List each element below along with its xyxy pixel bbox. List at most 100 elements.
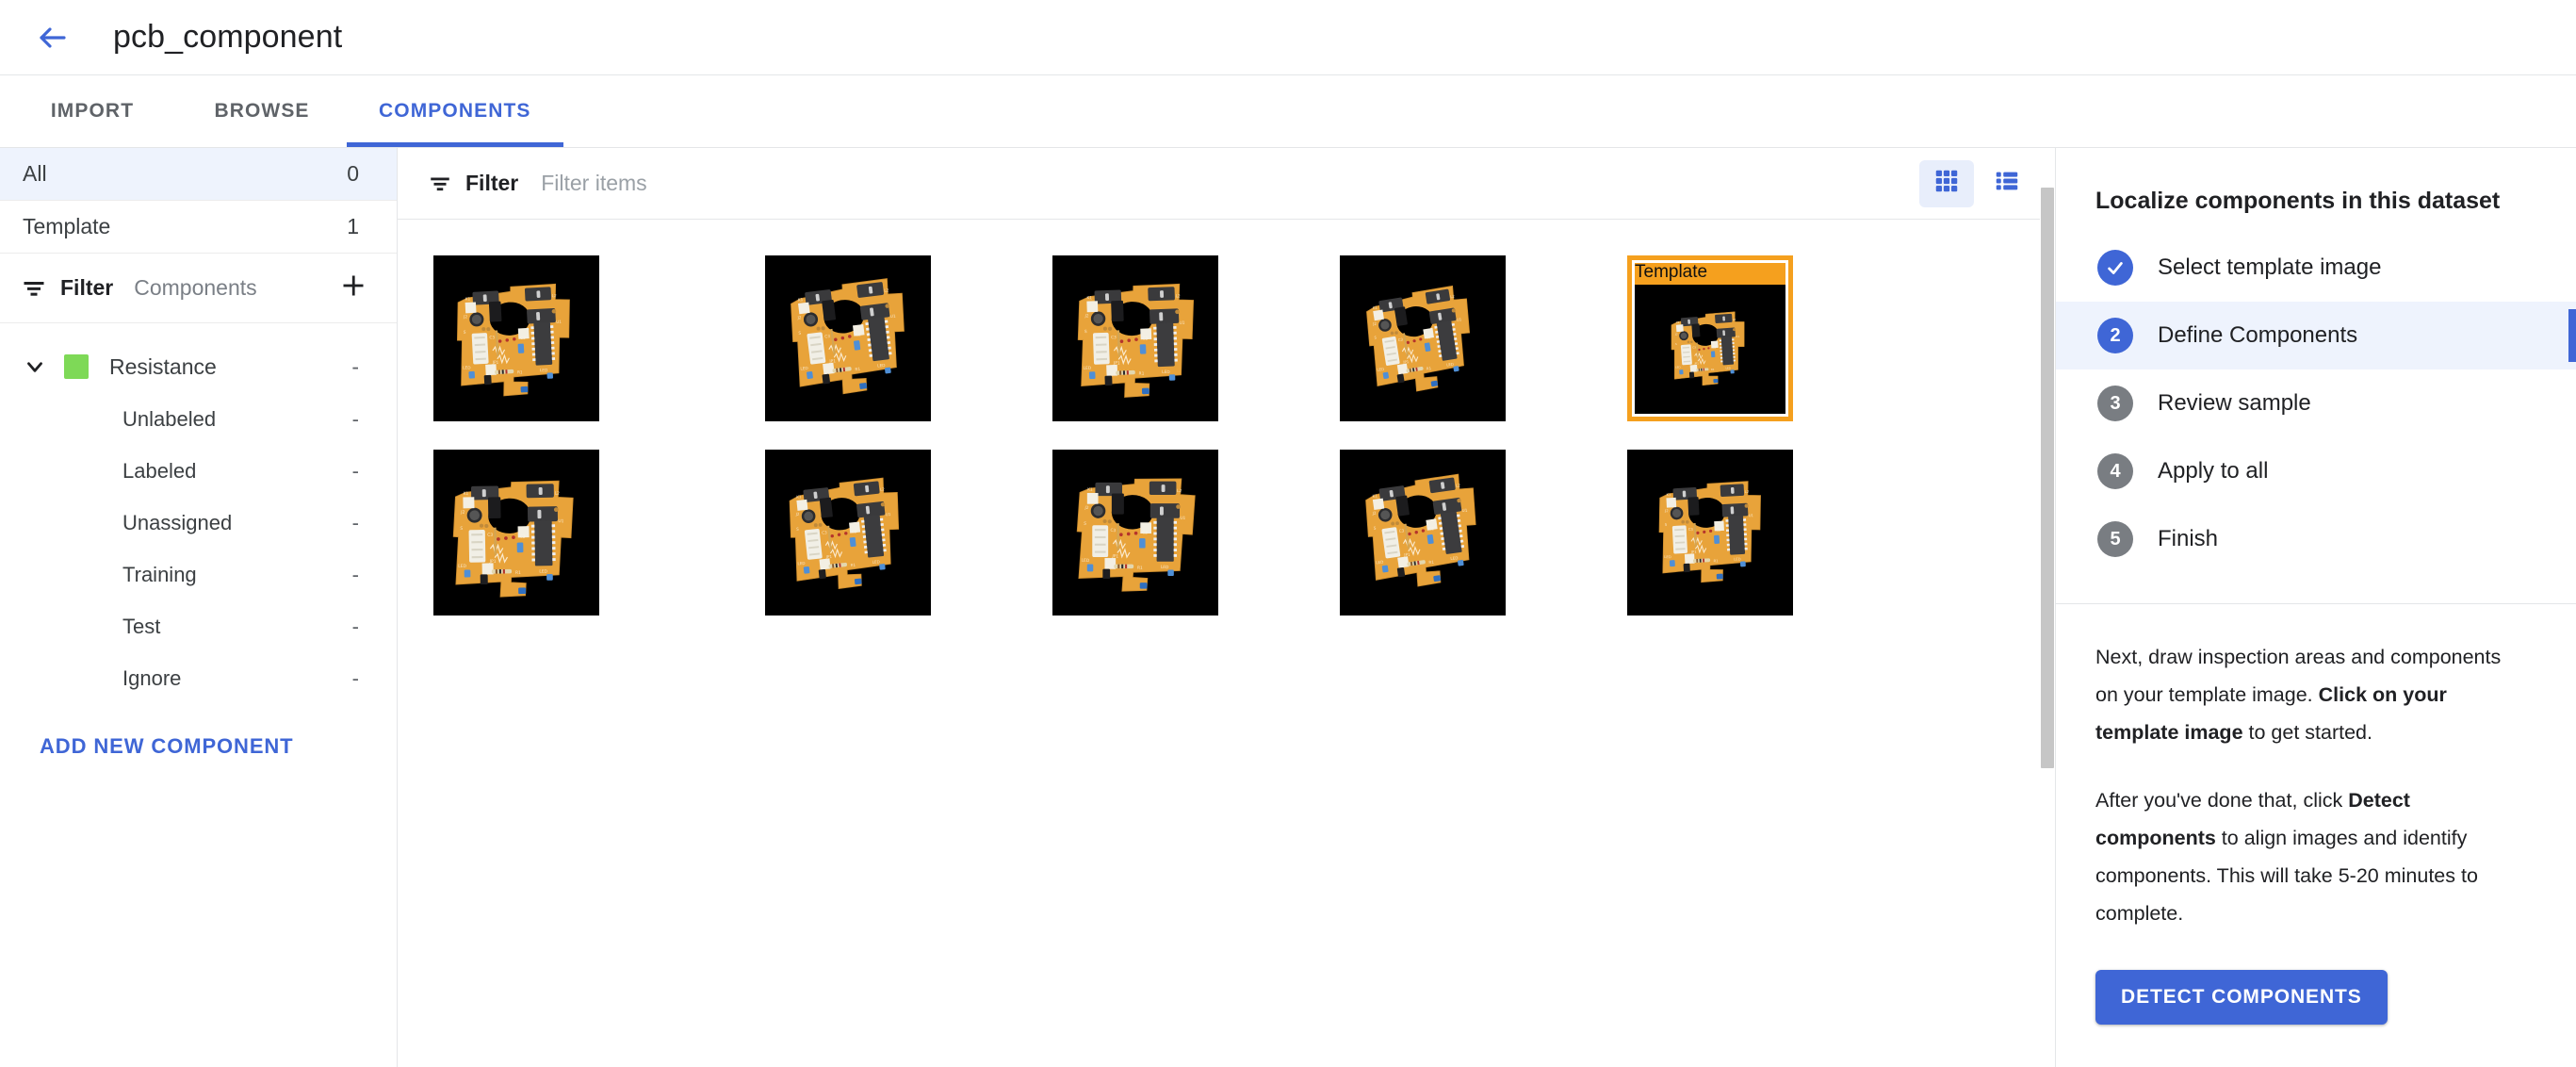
sidebar-subitem-test[interactable]: Test -: [0, 600, 397, 652]
component-resistance-header[interactable]: Resistance -: [0, 340, 397, 393]
thumbnail-image-4[interactable]: [1340, 255, 1506, 421]
thumbnail-image-template[interactable]: Template: [1627, 255, 1793, 421]
pcb-photo: [1340, 450, 1506, 616]
left-sidebar: All 0 Template 1 Filter Components Resis…: [0, 148, 398, 1067]
step-label: Apply to all: [2158, 458, 2269, 484]
list-view-button[interactable]: [1980, 160, 2034, 207]
right-panel-title: Localize components in this dataset: [2095, 188, 2501, 214]
thumbnail-cell: Template: [1627, 255, 1915, 421]
sidebar-subitem-unlabeled-count: -: [351, 406, 359, 431]
tab-import[interactable]: IMPORT: [8, 75, 177, 147]
thumbnail-cell: [1340, 450, 1627, 616]
sidebar-subitem-unassigned-count: -: [351, 510, 359, 534]
filter-items-input[interactable]: [541, 164, 1919, 203]
step-select-template-image[interactable]: Select template image: [2056, 234, 2576, 302]
page-title: pcb_component: [113, 19, 343, 55]
pcb-photo: [433, 255, 599, 421]
thumbnail-cell: [765, 255, 1052, 421]
filter-icon: [428, 172, 452, 196]
step-label: Finish: [2158, 526, 2219, 551]
sidebar-subitem-training-label: Training: [122, 562, 197, 586]
step-review-sample[interactable]: 3 Review sample: [2056, 369, 2576, 437]
pcb-photo: [1627, 450, 1793, 616]
main-toolbar: Filter: [398, 148, 2055, 220]
instruction-paragraph-2: After you've done that, click Detect com…: [2095, 781, 2525, 932]
sidebar-subitem-unlabeled-label: Unlabeled: [122, 406, 217, 431]
component-resistance-label: Resistance: [109, 353, 217, 379]
instruction-1-part-c: to get started.: [2242, 721, 2372, 744]
add-component-plus-button[interactable]: [334, 270, 372, 307]
pcb-photo: [765, 255, 931, 421]
detect-components-button[interactable]: DETECT COMPONENTS: [2095, 970, 2388, 1025]
pcb-artwork: [1635, 285, 1785, 414]
pcb-photo: [1635, 285, 1785, 414]
pcb-photo: [1052, 450, 1218, 616]
sidebar-subitem-labeled-label: Labeled: [122, 458, 197, 483]
thumbnail-cell: [1340, 255, 1627, 421]
main-scrollbar[interactable]: [2040, 148, 2055, 1067]
view-toggle-group: [1919, 159, 2034, 207]
scrollbar-thumb[interactable]: [2041, 188, 2054, 768]
template-badge-label: Template: [1635, 262, 1708, 282]
sidebar-subitem-training[interactable]: Training -: [0, 549, 397, 600]
step-list: Select template image 2 Define Component…: [2056, 221, 2576, 573]
step-apply-to-all[interactable]: 4 Apply to all: [2056, 437, 2576, 505]
plus-icon: [340, 272, 367, 304]
sidebar-subitem-ignore[interactable]: Ignore -: [0, 652, 397, 704]
sidebar-item-all[interactable]: All 0: [0, 148, 397, 201]
thumbnail-cell: [1627, 450, 1915, 616]
thumbnail-cell: [433, 255, 765, 421]
chevron-down-icon[interactable]: [23, 354, 47, 379]
thumbnail-image-3[interactable]: [1052, 255, 1218, 421]
tab-components[interactable]: COMPONENTS: [347, 75, 563, 147]
thumbnail-cell: [1052, 255, 1340, 421]
step-define-components[interactable]: 2 Define Components: [2056, 302, 2576, 369]
step-number-badge: 3: [2097, 386, 2133, 421]
toolbar-filter-label: Filter: [465, 171, 519, 195]
pcb-artwork: [1627, 450, 1793, 616]
grid-view-button[interactable]: [1919, 159, 1974, 207]
tab-browse[interactable]: BROWSE: [177, 75, 347, 147]
pcb-photo: [1340, 255, 1506, 421]
pcb-artwork: [765, 450, 931, 616]
thumbnail-image-2[interactable]: [765, 255, 931, 421]
pcb-artwork: [1052, 450, 1218, 616]
thumbnail-grid: K1 J2 S C3 C2 U1 L2 R1 LED LED JP1: [398, 220, 2055, 1067]
sidebar-item-template[interactable]: Template 1: [0, 201, 397, 254]
app-root: pcb_component IMPORT BROWSE COMPONENTS A…: [0, 0, 2576, 1067]
thumbnail-image-8[interactable]: [1052, 450, 1218, 616]
thumbnail-image-1[interactable]: [433, 255, 599, 421]
sidebar-subitem-unassigned[interactable]: Unassigned -: [0, 497, 397, 549]
pcb-photo: [1052, 255, 1218, 421]
sidebar-filter-header: Filter Components: [0, 254, 397, 323]
step-number-badge: 5: [2097, 521, 2133, 557]
back-button[interactable]: [26, 11, 79, 64]
pcb-photo: [433, 450, 599, 616]
step-finish[interactable]: 5 Finish: [2056, 505, 2576, 573]
add-new-component-button[interactable]: ADD NEW COMPONENT: [0, 734, 397, 759]
component-group: Resistance - Unlabeled - Labeled - Unass…: [0, 323, 397, 759]
filter-icon: [21, 275, 47, 302]
thumbnail-image-10[interactable]: [1627, 450, 1793, 616]
right-panel: Localize components in this dataset Sele…: [2055, 148, 2576, 1067]
sidebar-subitem-labeled-count: -: [351, 458, 359, 483]
sidebar-filter-label: Filter: [60, 275, 114, 300]
list-view-icon: [1993, 167, 2021, 200]
component-resistance-count: -: [351, 353, 359, 379]
step-number-badge: 4: [2097, 453, 2133, 489]
sidebar-subitem-test-label: Test: [122, 614, 161, 638]
body: All 0 Template 1 Filter Components Resis…: [0, 148, 2576, 1067]
thumbnail-image-6[interactable]: [433, 450, 599, 616]
sidebar-item-template-count: 1: [347, 214, 359, 238]
instruction-2-part-a: After you've done that, click: [2095, 789, 2349, 812]
thumbnail-image-7[interactable]: [765, 450, 931, 616]
instruction-paragraph-1: Next, draw inspection areas and componen…: [2095, 638, 2525, 751]
arrow-left-icon: [36, 21, 70, 55]
sidebar-subitem-ignore-label: Ignore: [122, 665, 182, 690]
thumbnail-image-9[interactable]: [1340, 450, 1506, 616]
sidebar-subitem-unlabeled[interactable]: Unlabeled -: [0, 393, 397, 445]
pcb-artwork: [433, 255, 599, 421]
sidebar-subitem-training-count: -: [351, 562, 359, 586]
sidebar-subitem-labeled[interactable]: Labeled -: [0, 445, 397, 497]
sidebar-item-all-count: 0: [347, 161, 359, 186]
